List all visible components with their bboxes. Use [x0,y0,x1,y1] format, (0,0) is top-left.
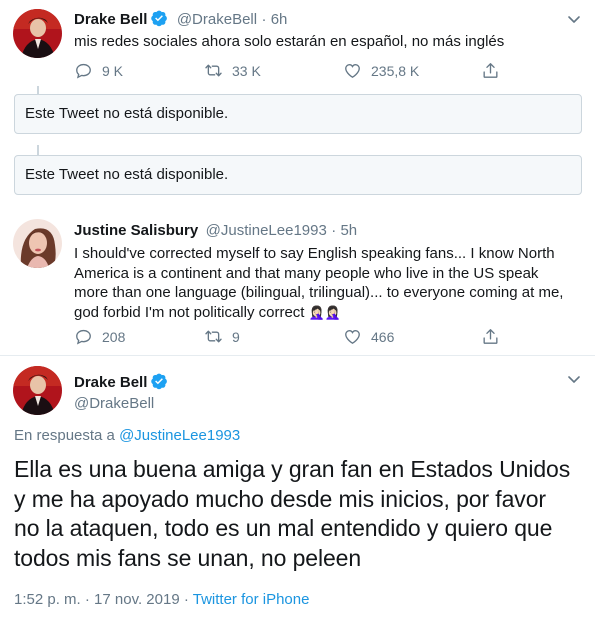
tweet2-author-name[interactable]: Justine Salisbury [74,222,198,239]
tweet1-like-button[interactable]: 235,8 K [343,61,419,80]
tweet2-handle[interactable]: @JustineLee1993 [206,222,327,239]
tweet3-text-line: no la ataquen, todo es un mal entendido … [14,515,553,541]
tweet2-reply-count: 208 [102,328,126,345]
tweet1-time[interactable]: · 6h [262,11,288,28]
tweet1-header: Drake Bell @DrakeBell · 6h [74,9,287,29]
heart-icon [343,61,371,80]
share-icon [481,61,509,80]
tweet1-retweet-count: 33 K [232,62,261,79]
divider [0,355,595,356]
tweet1-handle[interactable]: @DrakeBell [177,11,257,28]
tweet3-text: Ella es una buena amiga y gran fan en Es… [14,455,570,573]
chevron-down-icon[interactable] [567,12,581,26]
tweet3-handle[interactable]: @DrakeBell [74,395,168,412]
tweet1-reply-count: 9 K [102,62,124,79]
tweet3-text-line: Ella es una buena amiga y gran fan en Es… [14,456,571,482]
avatar-drake-bell[interactable] [13,9,62,58]
tweet1-reply-button[interactable]: 9 K [74,61,123,80]
reply-icon [74,61,102,80]
tweet3-source-link[interactable]: Twitter for iPhone [193,591,310,608]
tweet3-timestamp[interactable]: 1:52 p. m. · 17 nov. 2019 · [14,591,189,608]
retweet-icon [204,61,232,80]
tweet3-author[interactable]: Drake Bell @DrakeBell [74,372,168,412]
avatar-drake-bell[interactable] [13,366,62,415]
verified-badge-icon [150,372,168,390]
tweet2-text-line: I should've corrected myself to say Engl… [74,245,555,262]
tweet2-like-button[interactable]: 466 [343,327,394,346]
tweet2-reply-button[interactable]: 208 [74,327,125,346]
unavailable-tweet-text: Este Tweet no está disponible. [25,166,229,183]
tweet2-text-line: America is a continent and that many peo… [74,264,539,282]
thread-connector [37,145,39,155]
unavailable-tweet-card: Este Tweet no está disponible. [14,155,582,195]
avatar-justine-salisbury[interactable] [13,219,62,268]
tweet2-header: Justine Salisbury @JustineLee1993 · 5h [74,222,357,240]
chevron-down-icon[interactable] [567,372,581,386]
tweet1-text: mis redes sociales ahora solo estarán en… [74,33,505,50]
tweet3-author-name[interactable]: Drake Bell [74,374,147,391]
thread-connector [37,86,39,94]
tweet3-meta: 1:52 p. m. · 17 nov. 2019 · Twitter for … [14,591,309,608]
tweet2-retweet-count: 9 [232,328,240,345]
tweet2-retweet-button[interactable]: 9 [204,327,240,346]
tweet3-text-line: y me ha apoyado mucho desde mis inicios,… [14,485,546,512]
tweet1-share-button[interactable] [481,61,509,80]
tweet2-like-count: 466 [371,328,395,345]
retweet-icon [204,327,232,346]
tweet1-like-count: 235,8 K [371,62,420,79]
share-icon [481,327,509,346]
tweet1-author-name[interactable]: Drake Bell [74,11,147,28]
unavailable-tweet-text: Este Tweet no está disponible. [25,105,229,122]
tweet3-text-line: todos mis fans se unan, no peleen [14,544,362,571]
unavailable-tweet-card: Este Tweet no está disponible. [14,94,582,134]
verified-badge-icon [150,9,168,27]
heart-icon [343,327,371,346]
reply-prefix: En respuesta a [14,427,115,444]
reply-to-handle-link[interactable]: @JustineLee1993 [119,427,240,444]
tweet2-text-line: more than one language (bilingual, trili… [74,284,564,301]
tweet2-text-line: god forbid I'm not politically correct [74,303,305,321]
tweet1-retweet-button[interactable]: 33 K [204,61,261,80]
tweet2-time[interactable]: · 5h [331,222,357,239]
tweet2-text: I should've corrected myself to say Engl… [74,244,563,322]
reply-icon [74,327,102,346]
facepalm-emoji: 🤦🏻‍♀️🤦🏻‍♀️ [308,304,342,320]
reply-context: En respuesta a @JustineLee1993 [14,427,240,444]
tweet2-share-button[interactable] [481,327,509,346]
